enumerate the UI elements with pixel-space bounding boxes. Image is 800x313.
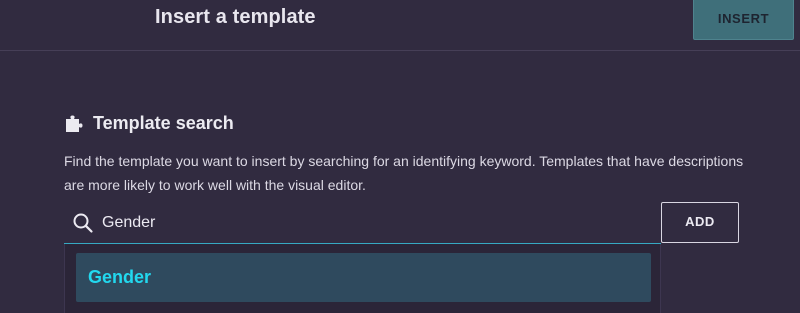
- template-search-heading: Template search: [64, 113, 234, 134]
- suggestion-dropdown: Gender: [64, 244, 661, 313]
- search-description: Find the template you want to insert by …: [64, 153, 744, 193]
- dialog-title: Insert a template: [155, 6, 316, 28]
- section-title: Template search: [93, 113, 234, 133]
- template-search-input[interactable]: [102, 210, 642, 236]
- dialog-header: Insert a template INSERT: [0, 0, 800, 51]
- template-search-field[interactable]: [64, 202, 661, 244]
- puzzle-piece-icon: [64, 113, 85, 134]
- add-button[interactable]: ADD: [661, 202, 739, 243]
- search-icon: [72, 212, 94, 234]
- insert-button[interactable]: INSERT: [693, 0, 794, 40]
- suggestion-item-gender[interactable]: Gender: [76, 253, 651, 302]
